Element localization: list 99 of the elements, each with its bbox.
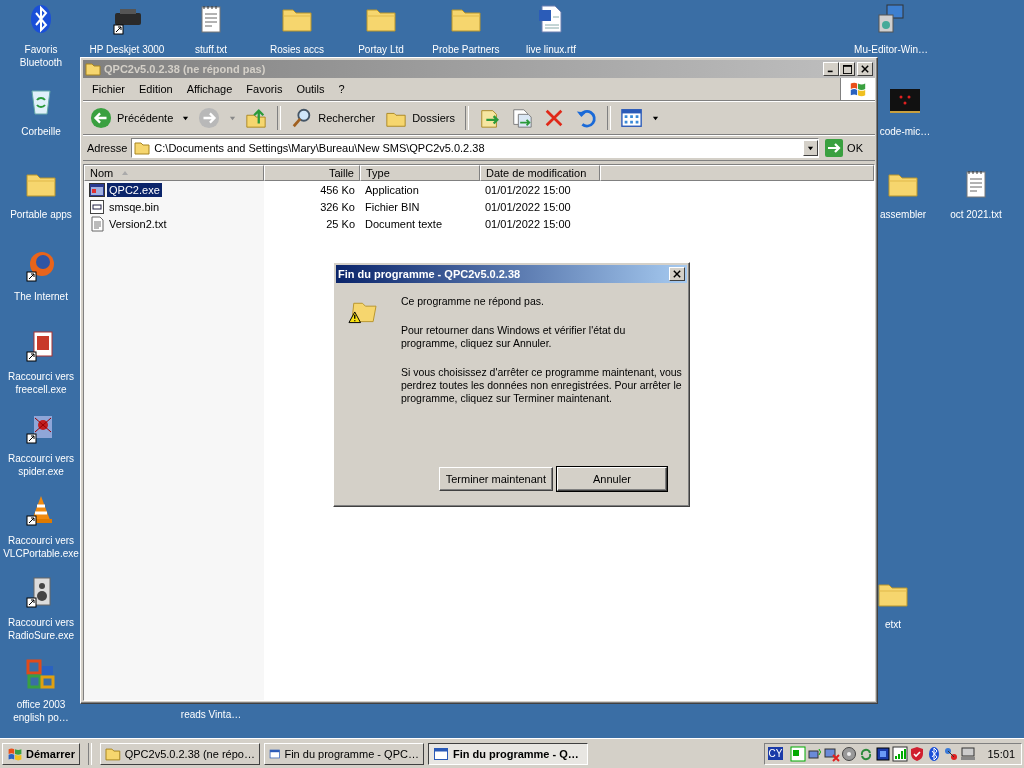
file-type: Document texte <box>364 217 444 230</box>
disc-icon[interactable] <box>841 745 858 762</box>
menu-item[interactable]: Favoris <box>239 80 290 98</box>
application-icon <box>89 181 105 198</box>
dialog-message: Ce programme ne répond pas. <box>400 295 545 308</box>
address-field[interactable]: C:\Documents and Settings\Mary\Bureau\New SMS\QPC2v5.0.2.38 <box>131 138 820 158</box>
go-arrow-icon <box>825 139 844 157</box>
icon-label[interactable]: code-mic… <box>879 125 931 138</box>
window-title: QPC2v5.0.2.38 (ne répond pas) <box>104 63 267 75</box>
connection-icon[interactable] <box>943 745 960 762</box>
file-name[interactable]: smsqe.bin <box>107 199 162 214</box>
file-date: 01/01/2022 15:00 <box>484 217 572 230</box>
taskbar-button[interactable]: Fin du programme - Q… <box>427 742 588 765</box>
taskbar-button[interactable]: Fin du programme - QPC… <box>263 742 424 765</box>
file-type: Fichier BIN <box>364 200 421 213</box>
computer-icon[interactable] <box>875 3 907 35</box>
file-date: 01/01/2022 15:00 <box>484 183 572 196</box>
column-header[interactable]: Nom <box>84 165 264 181</box>
icon-label[interactable]: Probe Partners <box>432 43 500 56</box>
computer-icon[interactable] <box>960 745 977 762</box>
icon-label[interactable]: oct 2021.txt <box>950 208 1002 221</box>
maximize-icon <box>842 64 852 74</box>
dialog-message: Si vous choisissez d'arrêter ce programme maintenant, vous perdrez toutes les données non enregistrées. Pour arrêter le programme, cliquez sur Terminer maintenant. <box>400 366 683 405</box>
shield-icon[interactable] <box>909 745 926 762</box>
caret-icon[interactable] <box>182 114 190 122</box>
file-size: 456 Ko <box>319 183 356 196</box>
file-date: 01/01/2022 15:00 <box>484 200 572 213</box>
icon-label[interactable]: Raccourci vers RadioSure.exe <box>2 616 80 642</box>
icon-label[interactable]: Favoris Bluetooth <box>2 43 80 69</box>
folder-up-icon[interactable] <box>245 107 268 129</box>
column-header[interactable]: Type <box>360 165 480 181</box>
column-header[interactable]: Taille <box>264 165 360 181</box>
caret-icon <box>807 144 815 152</box>
icon-label[interactable]: Raccourci vers spider.exe <box>2 452 80 478</box>
move-to-icon[interactable] <box>478 107 501 129</box>
dialog-title: Fin du programme - QPC2v5.0.2.38 <box>338 268 522 280</box>
menu-item[interactable]: Affichage <box>179 80 240 98</box>
windows-flag-icon <box>7 745 23 762</box>
file-size: 326 Ko <box>319 200 356 213</box>
menu-item[interactable]: Edition <box>132 80 180 98</box>
folder-icon <box>104 745 121 762</box>
dialog-button[interactable]: Annuler <box>557 467 667 491</box>
icon-label[interactable]: office 2003 english po… <box>2 698 80 724</box>
icon-label[interactable]: Rosies accs <box>270 43 324 56</box>
icon-label[interactable]: assembler <box>879 208 927 221</box>
icon-label[interactable]: Raccourci vers freecell.exe <box>2 370 80 396</box>
binary-file-icon <box>89 198 105 215</box>
icon-label[interactable]: HP Deskjet 3000 <box>89 43 165 56</box>
icon-label[interactable]: The Internet <box>14 290 68 303</box>
file-type: Application <box>364 183 420 196</box>
menu-item[interactable]: Outils <box>289 80 332 98</box>
clock[interactable]: 15:01 <box>987 747 1015 760</box>
network-error-icon[interactable] <box>824 745 841 762</box>
icon-label[interactable]: Raccourci vers VLCPortable.exe <box>2 534 80 560</box>
file-name[interactable]: QPC2.exe <box>107 182 162 197</box>
search-button[interactable]: Rechercher <box>288 104 379 132</box>
globe-icon[interactable] <box>25 250 57 282</box>
dropdown-button[interactable] <box>803 140 819 156</box>
window-icon <box>432 745 449 762</box>
sort-arrow-icon <box>121 170 130 176</box>
language-indicator[interactable]: CY <box>767 747 784 760</box>
address-label: Adresse <box>87 142 128 154</box>
signal-bars-icon[interactable] <box>892 745 909 762</box>
maximize-button[interactable] <box>839 62 855 76</box>
caret-icon[interactable] <box>651 114 659 122</box>
views-icon[interactable] <box>620 107 643 129</box>
close-icon <box>861 65 869 73</box>
taskbar-button[interactable]: QPC2v5.0.2.38 (ne répo… <box>99 742 260 765</box>
icon-label[interactable]: stuff.txt <box>194 43 228 56</box>
icon-label[interactable]: Mu-Editor-Win… <box>854 43 928 56</box>
icon-label[interactable]: Portable apps <box>10 208 72 221</box>
icon-label[interactable]: Portay Ltd <box>358 43 404 56</box>
icon-label[interactable]: live linux.rtf <box>526 43 576 56</box>
file-size: 25 Ko <box>325 217 356 230</box>
minimize-button[interactable] <box>823 62 839 76</box>
windows-flag-icon <box>848 80 868 98</box>
icon-label[interactable]: etxt <box>884 618 902 631</box>
close-button[interactable] <box>857 62 873 76</box>
close-button[interactable] <box>669 267 685 281</box>
folders-button[interactable]: Dossiers <box>382 104 458 132</box>
chip-icon[interactable] <box>875 745 892 762</box>
file-name[interactable]: Version2.txt <box>107 216 169 231</box>
monitor-icon[interactable] <box>790 745 807 762</box>
icon-label[interactable]: reads Vinta… <box>180 708 242 721</box>
close-icon <box>673 270 681 278</box>
go-button[interactable]: OK <box>823 139 871 157</box>
folder-icon <box>85 61 101 77</box>
folder-icon <box>134 140 151 156</box>
copy-to-icon[interactable] <box>510 107 533 129</box>
dialog-message: Pour retourner dans Windows et vérifier l'état du programme, cliquez sur Annuler. <box>400 324 627 350</box>
column-header[interactable]: Date de modification <box>480 165 600 181</box>
text-file-icon <box>89 215 105 232</box>
office-icon[interactable] <box>25 658 57 690</box>
icon-label[interactable]: Corbeille <box>21 125 61 138</box>
menu-item[interactable]: Fichier <box>85 80 132 98</box>
menu-item[interactable]: ? <box>331 80 352 98</box>
start-button[interactable]: Démarrer <box>2 742 80 765</box>
dialog-button[interactable]: Terminer maintenant <box>438 467 553 491</box>
back-button[interactable]: Précédente <box>87 104 177 132</box>
